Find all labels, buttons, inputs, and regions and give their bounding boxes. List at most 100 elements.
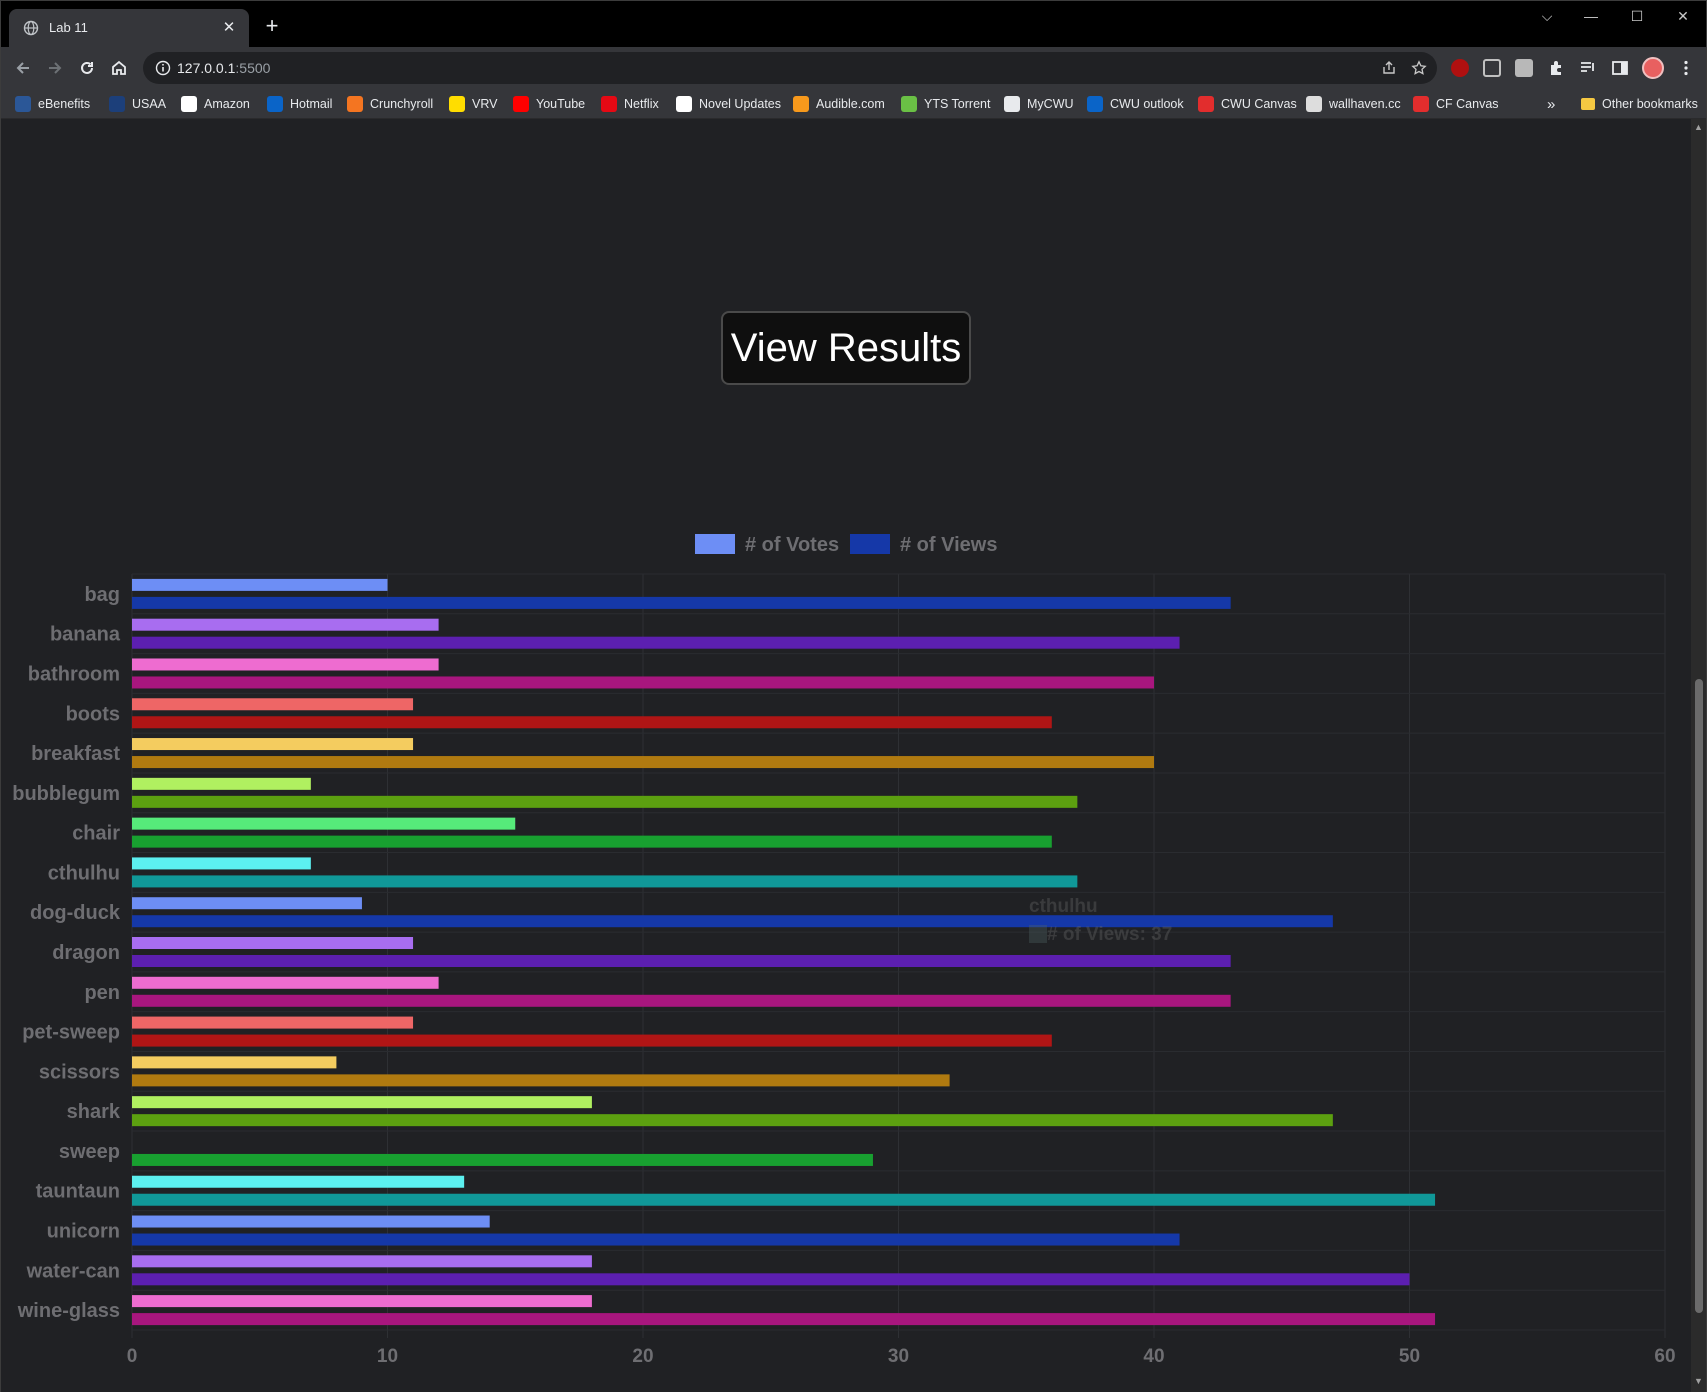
scrollbar-thumb[interactable] [1695, 679, 1703, 1313]
browser-toolbar: 127.0.0.1:5500 [1, 47, 1706, 89]
browser-window: Lab 11 ✕ + ⌵ — ☐ ✕ 127.0.0.1:5500 » Othe… [0, 0, 1707, 1392]
bookmark-cwu-canvas[interactable]: CWU Canvas [1198, 95, 1297, 113]
scroll-down-icon[interactable]: ▼ [1694, 1377, 1703, 1386]
category-label: sweep [59, 1141, 120, 1163]
category-label: unicorn [47, 1221, 120, 1243]
tab-title: Lab 11 [49, 20, 88, 35]
novelupdates-icon [676, 96, 692, 112]
url-text[interactable]: 127.0.0.1:5500 [177, 60, 270, 76]
url-port: :5500 [235, 60, 271, 76]
category-label: shark [67, 1101, 121, 1123]
category-label: breakfast [31, 743, 120, 765]
amazon-icon [181, 96, 197, 112]
bookmark-netflix[interactable]: Netflix [601, 95, 659, 113]
info-icon[interactable] [155, 60, 171, 76]
bookmark-yts-torrent[interactable]: YTS Torrent [901, 95, 990, 113]
translate-icon[interactable] [1515, 59, 1533, 77]
bookmarks-overflow-button[interactable]: » [1547, 95, 1555, 113]
bookmark-label: Hotmail [290, 97, 333, 111]
x-tick-label: 0 [127, 1346, 138, 1367]
reload-button[interactable] [73, 54, 101, 82]
scroll-up-icon[interactable]: ▲ [1694, 123, 1703, 132]
votes-bar [132, 1215, 490, 1228]
bookmark-amazon[interactable]: Amazon [181, 95, 250, 113]
forward-button[interactable] [41, 54, 69, 82]
views-bar [132, 1193, 1436, 1206]
bookmark-hotmail[interactable]: Hotmail [267, 95, 332, 113]
category-label: bag [84, 584, 120, 606]
page-content: View Results 0 10 20 30 40 50 60 # of Votes # of… [1, 119, 1691, 1392]
votes-bar [132, 1255, 592, 1268]
media-queue-icon[interactable] [1579, 59, 1597, 77]
vrv-icon [449, 96, 465, 112]
views-bar [132, 795, 1078, 808]
bookmark-ebenefits[interactable]: eBenefits [15, 95, 90, 113]
bookmark-audible-com[interactable]: Audible.com [793, 95, 885, 113]
globe-icon [1004, 96, 1020, 112]
x-tick-label: 10 [377, 1346, 398, 1367]
browser-tab[interactable]: Lab 11 ✕ [9, 9, 249, 47]
puzzle-icon[interactable] [1547, 59, 1565, 77]
bookmark-label: VRV [472, 97, 498, 111]
maximize-button[interactable]: ☐ [1615, 1, 1659, 33]
views-bar [132, 756, 1154, 769]
bookmark-label: MyCWU [1027, 97, 1074, 111]
yts-icon [901, 96, 917, 112]
legend-label: # of Views [900, 534, 997, 556]
votes-bar [132, 738, 414, 751]
ublock-icon[interactable] [1451, 59, 1469, 77]
extension-badge-icon[interactable] [1483, 59, 1501, 77]
share-icon[interactable] [1381, 60, 1397, 76]
avatar[interactable] [1642, 57, 1664, 79]
category-label: boots [66, 703, 120, 725]
category-label: wine-glass [17, 1300, 120, 1322]
view-results-button[interactable]: View Results [721, 311, 971, 385]
reload-icon [81, 61, 93, 74]
tab-strip: Lab 11 ✕ + ⌵ — ☐ ✕ [1, 1, 1706, 47]
crunchyroll-icon [347, 96, 363, 112]
canvas-icon [1198, 96, 1214, 112]
bookmark-label: Audible.com [816, 97, 885, 111]
votes-bar [132, 817, 516, 830]
category-label: cthulhu [48, 862, 120, 884]
x-tick-label: 30 [888, 1346, 909, 1367]
bookmark-vrv[interactable]: VRV [449, 95, 497, 113]
home-icon [112, 60, 126, 75]
new-tab-button[interactable]: + [259, 14, 285, 40]
views-bar [132, 1313, 1436, 1326]
bookmark-mycwu[interactable]: MyCWU [1004, 95, 1074, 113]
other-bookmarks-folder[interactable]: Other bookmarks [1581, 95, 1698, 113]
side-panel-icon[interactable] [1611, 59, 1629, 77]
bookmarks-bar: » Other bookmarks eBenefits USAA Amazon Hot… [1, 89, 1706, 119]
votes-bar [132, 1016, 414, 1029]
tab-close-icon[interactable]: ✕ [219, 18, 239, 38]
votes-bar [132, 976, 439, 989]
wallhaven-icon [1306, 96, 1322, 112]
close-window-button[interactable]: ✕ [1661, 1, 1705, 33]
bookmark-youtube[interactable]: YouTube [513, 95, 585, 113]
back-button[interactable] [9, 54, 37, 82]
bookmark-wallhaven-cc[interactable]: wallhaven.cc [1306, 95, 1401, 113]
bookmark-usaa[interactable]: USAA [109, 95, 166, 113]
views-bar [132, 1034, 1052, 1047]
address-bar[interactable]: 127.0.0.1:5500 [143, 52, 1437, 84]
page-scrollbar[interactable]: ▲ ▼ [1691, 119, 1706, 1392]
minimize-button[interactable]: — [1569, 1, 1613, 33]
category-label: chair [72, 823, 120, 845]
bookmark-label: YTS Torrent [924, 97, 991, 111]
home-button[interactable] [105, 54, 133, 82]
bookmark-label: CF Canvas [1436, 97, 1499, 111]
bookmark-cwu-outlook[interactable]: CWU outlook [1087, 95, 1184, 113]
votes-bar [132, 1096, 592, 1109]
bookmark-novel-updates[interactable]: Novel Updates [676, 95, 781, 113]
bookmark-crunchyroll[interactable]: Crunchyroll [347, 95, 433, 113]
tab-search-dropdown-icon[interactable]: ⌵ [1525, 1, 1569, 33]
x-tick-label: 60 [1654, 1346, 1675, 1367]
views-bar [132, 636, 1180, 649]
star-icon[interactable] [1411, 60, 1427, 76]
kebab-menu-icon[interactable] [1677, 59, 1695, 77]
bookmark-label: wallhaven.cc [1329, 97, 1401, 111]
ebenefits-icon [15, 96, 31, 112]
category-label: dog-duck [30, 902, 121, 924]
bookmark-cf-canvas[interactable]: CF Canvas [1413, 95, 1499, 113]
